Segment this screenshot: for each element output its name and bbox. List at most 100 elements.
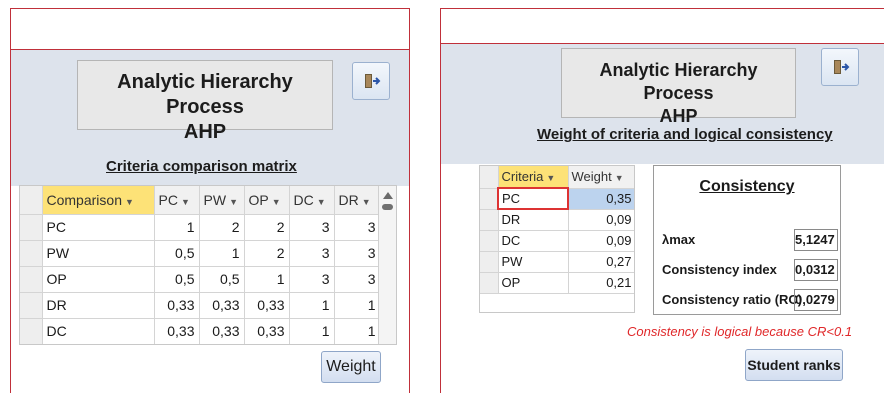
cell[interactable]: 1 — [289, 318, 335, 344]
cell[interactable]: 2 — [244, 214, 290, 241]
title-line-2: AHP — [659, 106, 698, 126]
cell[interactable]: 0,5 — [154, 266, 200, 293]
cell[interactable]: 0,33 — [244, 292, 290, 319]
cell[interactable]: DC — [498, 230, 569, 252]
student-ranks-button[interactable]: Student ranks — [745, 349, 843, 381]
row-selector[interactable] — [480, 272, 499, 294]
cell[interactable]: 3 — [289, 266, 335, 293]
cell[interactable]: 3 — [334, 214, 381, 241]
weight-button[interactable]: Weight — [321, 351, 381, 383]
column-header-weight[interactable]: Weight ▼ — [568, 166, 634, 189]
cell[interactable]: 1 — [334, 292, 381, 319]
cell[interactable]: 3 — [334, 240, 381, 267]
row-selector[interactable] — [480, 188, 499, 210]
table-row[interactable]: OP 0,5 0,5 1 3 3 — [20, 266, 381, 293]
table-row[interactable]: PW 0,5 1 2 3 3 — [20, 240, 381, 267]
consistency-index-field[interactable]: 0,0312 — [794, 259, 838, 281]
cell[interactable]: 0,5 — [154, 240, 200, 267]
dropdown-arrow-icon[interactable]: ▼ — [546, 173, 555, 183]
cell[interactable]: 0,27 — [568, 251, 634, 273]
cell[interactable]: DC — [42, 318, 155, 344]
row-selector[interactable] — [480, 230, 499, 252]
dropdown-arrow-icon[interactable]: ▼ — [317, 197, 326, 207]
cell[interactable]: 1 — [199, 240, 245, 267]
select-all-cell[interactable] — [20, 186, 43, 215]
cell[interactable]: PC — [42, 214, 155, 241]
column-header-criteria[interactable]: Criteria ▼ — [498, 166, 569, 189]
cell[interactable]: 1 — [154, 214, 200, 241]
cell[interactable]: 3 — [334, 266, 381, 293]
cell[interactable]: 0,33 — [244, 318, 290, 344]
cell[interactable]: 0,5 — [199, 266, 245, 293]
cell[interactable]: 2 — [199, 214, 245, 241]
table-row[interactable]: PC 1 2 2 3 3 — [20, 214, 381, 241]
table-row[interactable]: DC 0,09 — [480, 230, 634, 252]
scroll-thumb[interactable] — [382, 204, 393, 210]
dropdown-arrow-icon[interactable]: ▼ — [229, 197, 238, 207]
header-band: Analytic Hierarchy Process AHP Weight of… — [441, 43, 884, 164]
column-header-pc[interactable]: PC ▼ — [154, 186, 200, 215]
column-header-op[interactable]: OP ▼ — [244, 186, 290, 215]
exit-button[interactable] — [352, 62, 390, 100]
table-row[interactable]: OP 0,21 — [480, 272, 634, 294]
cell[interactable]: 0,35 — [568, 188, 634, 210]
cell[interactable]: OP — [42, 266, 155, 293]
row-selector[interactable] — [20, 318, 43, 344]
cell[interactable]: OP — [498, 272, 569, 294]
dropdown-arrow-icon[interactable]: ▼ — [272, 197, 281, 207]
row-selector[interactable] — [20, 266, 43, 293]
header-row: Comparison ▼ PC ▼ PW ▼ OP ▼ DC ▼ DR ▼ — [20, 186, 381, 215]
weights-subtitle: Weight of criteria and logical consisten… — [537, 126, 833, 143]
exit-button[interactable] — [821, 48, 859, 86]
cell[interactable]: 3 — [289, 240, 335, 267]
cell[interactable]: DR — [498, 209, 569, 231]
dropdown-arrow-icon[interactable]: ▼ — [615, 173, 624, 183]
header-band: Analytic Hierarchy Process AHP Criteria … — [11, 49, 409, 186]
comparison-datasheet[interactable]: Comparison ▼ PC ▼ PW ▼ OP ▼ DC ▼ DR ▼ PC 1 2 2… — [19, 185, 397, 345]
cell[interactable]: 0,33 — [154, 292, 200, 319]
select-all-cell[interactable] — [480, 166, 499, 189]
scroll-up-arrow-icon[interactable] — [383, 192, 393, 199]
cell[interactable]: 0,09 — [568, 230, 634, 252]
exit-door-icon — [834, 60, 850, 74]
exit-door-icon — [365, 74, 381, 88]
header-row: Criteria ▼ Weight ▼ — [480, 166, 634, 189]
cell[interactable]: 0,33 — [154, 318, 200, 344]
cell[interactable]: PW — [498, 251, 569, 273]
row-selector[interactable] — [480, 251, 499, 273]
cell[interactable]: PW — [42, 240, 155, 267]
table-row[interactable]: DR 0,33 0,33 0,33 1 1 — [20, 292, 381, 319]
dropdown-arrow-icon[interactable]: ▼ — [362, 197, 371, 207]
row-selector[interactable] — [20, 292, 43, 319]
table-row[interactable]: DC 0,33 0,33 0,33 1 1 — [20, 318, 381, 344]
cell-current[interactable]: PC — [497, 187, 569, 210]
column-header-dr[interactable]: DR ▼ — [334, 186, 381, 215]
table-row[interactable]: PC 0,35 — [480, 187, 634, 210]
table-row[interactable]: DR 0,09 — [480, 209, 634, 231]
dropdown-arrow-icon[interactable]: ▼ — [125, 197, 134, 207]
consistency-ratio-field[interactable]: 0,0279 — [794, 289, 838, 311]
cell[interactable]: 1 — [244, 266, 290, 293]
column-header-pw[interactable]: PW ▼ — [199, 186, 245, 215]
vertical-scrollbar[interactable] — [378, 186, 396, 344]
cell[interactable]: 2 — [244, 240, 290, 267]
criteria-matrix-window: Analytic Hierarchy Process AHP Criteria … — [10, 8, 410, 393]
row-selector[interactable] — [480, 209, 499, 231]
cell[interactable]: 0,33 — [199, 318, 245, 344]
cell[interactable]: 0,21 — [568, 272, 634, 294]
consistency-title: Consistency — [699, 178, 795, 195]
cell[interactable]: 0,09 — [568, 209, 634, 231]
table-row[interactable]: PW 0,27 — [480, 251, 634, 273]
row-selector[interactable] — [20, 214, 43, 241]
column-header-dc[interactable]: DC ▼ — [289, 186, 335, 215]
criteria-weight-datasheet[interactable]: Criteria ▼ Weight ▼ PC 0,35 DR 0,09 DC 0,0… — [479, 165, 635, 313]
cell[interactable]: 1 — [289, 292, 335, 319]
lambda-max-field[interactable]: 5,1247 — [794, 229, 838, 251]
cell[interactable]: 1 — [334, 318, 381, 344]
row-selector[interactable] — [20, 240, 43, 267]
dropdown-arrow-icon[interactable]: ▼ — [181, 197, 190, 207]
cell[interactable]: 0,33 — [199, 292, 245, 319]
cell[interactable]: DR — [42, 292, 155, 319]
cell[interactable]: 3 — [289, 214, 335, 241]
column-header-comparison[interactable]: Comparison ▼ — [42, 186, 155, 215]
